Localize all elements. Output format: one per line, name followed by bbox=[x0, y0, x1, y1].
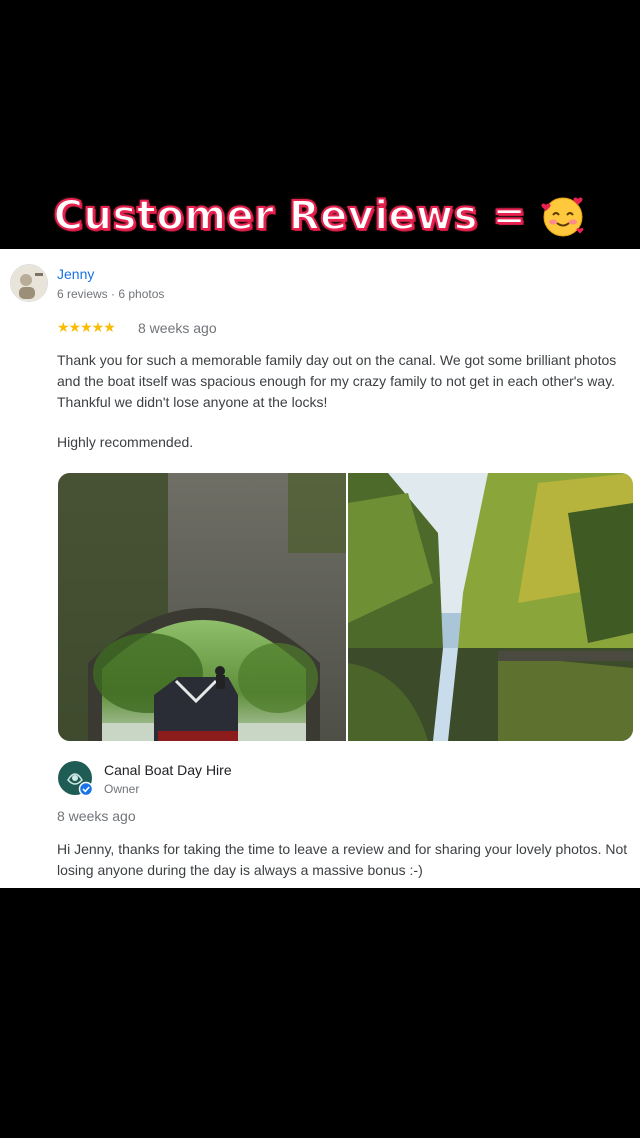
review-extra-text: Highly recommended. bbox=[57, 434, 194, 450]
headline: Customer Reviews = bbox=[0, 186, 640, 246]
headline-text: Customer Reviews = bbox=[53, 192, 527, 240]
owner-role: Owner bbox=[104, 782, 140, 796]
avatar[interactable] bbox=[10, 264, 48, 302]
reviewer-name[interactable]: Jenny bbox=[57, 266, 94, 282]
canal-autumn-reflection-photo[interactable] bbox=[348, 473, 633, 741]
reply-text: Hi Jenny, thanks for taking the time to … bbox=[57, 841, 628, 878]
review-text: Thank you for such a memorable family da… bbox=[57, 352, 617, 410]
review-card: Jenny 6 reviews · 6 photos ★★★★★ 8 weeks… bbox=[0, 249, 640, 888]
smiling-face-with-hearts-icon bbox=[540, 193, 586, 239]
star-rating: ★★★★★ bbox=[57, 319, 116, 335]
owner-logo[interactable] bbox=[57, 760, 94, 797]
canal-bridge-narrowboat-photo[interactable] bbox=[58, 473, 346, 741]
reviewer-meta: 6 reviews · 6 photos bbox=[57, 287, 165, 301]
reply-age: 8 weeks ago bbox=[57, 808, 136, 824]
review-age: 8 weeks ago bbox=[138, 320, 217, 336]
owner-name[interactable]: Canal Boat Day Hire bbox=[104, 762, 232, 778]
